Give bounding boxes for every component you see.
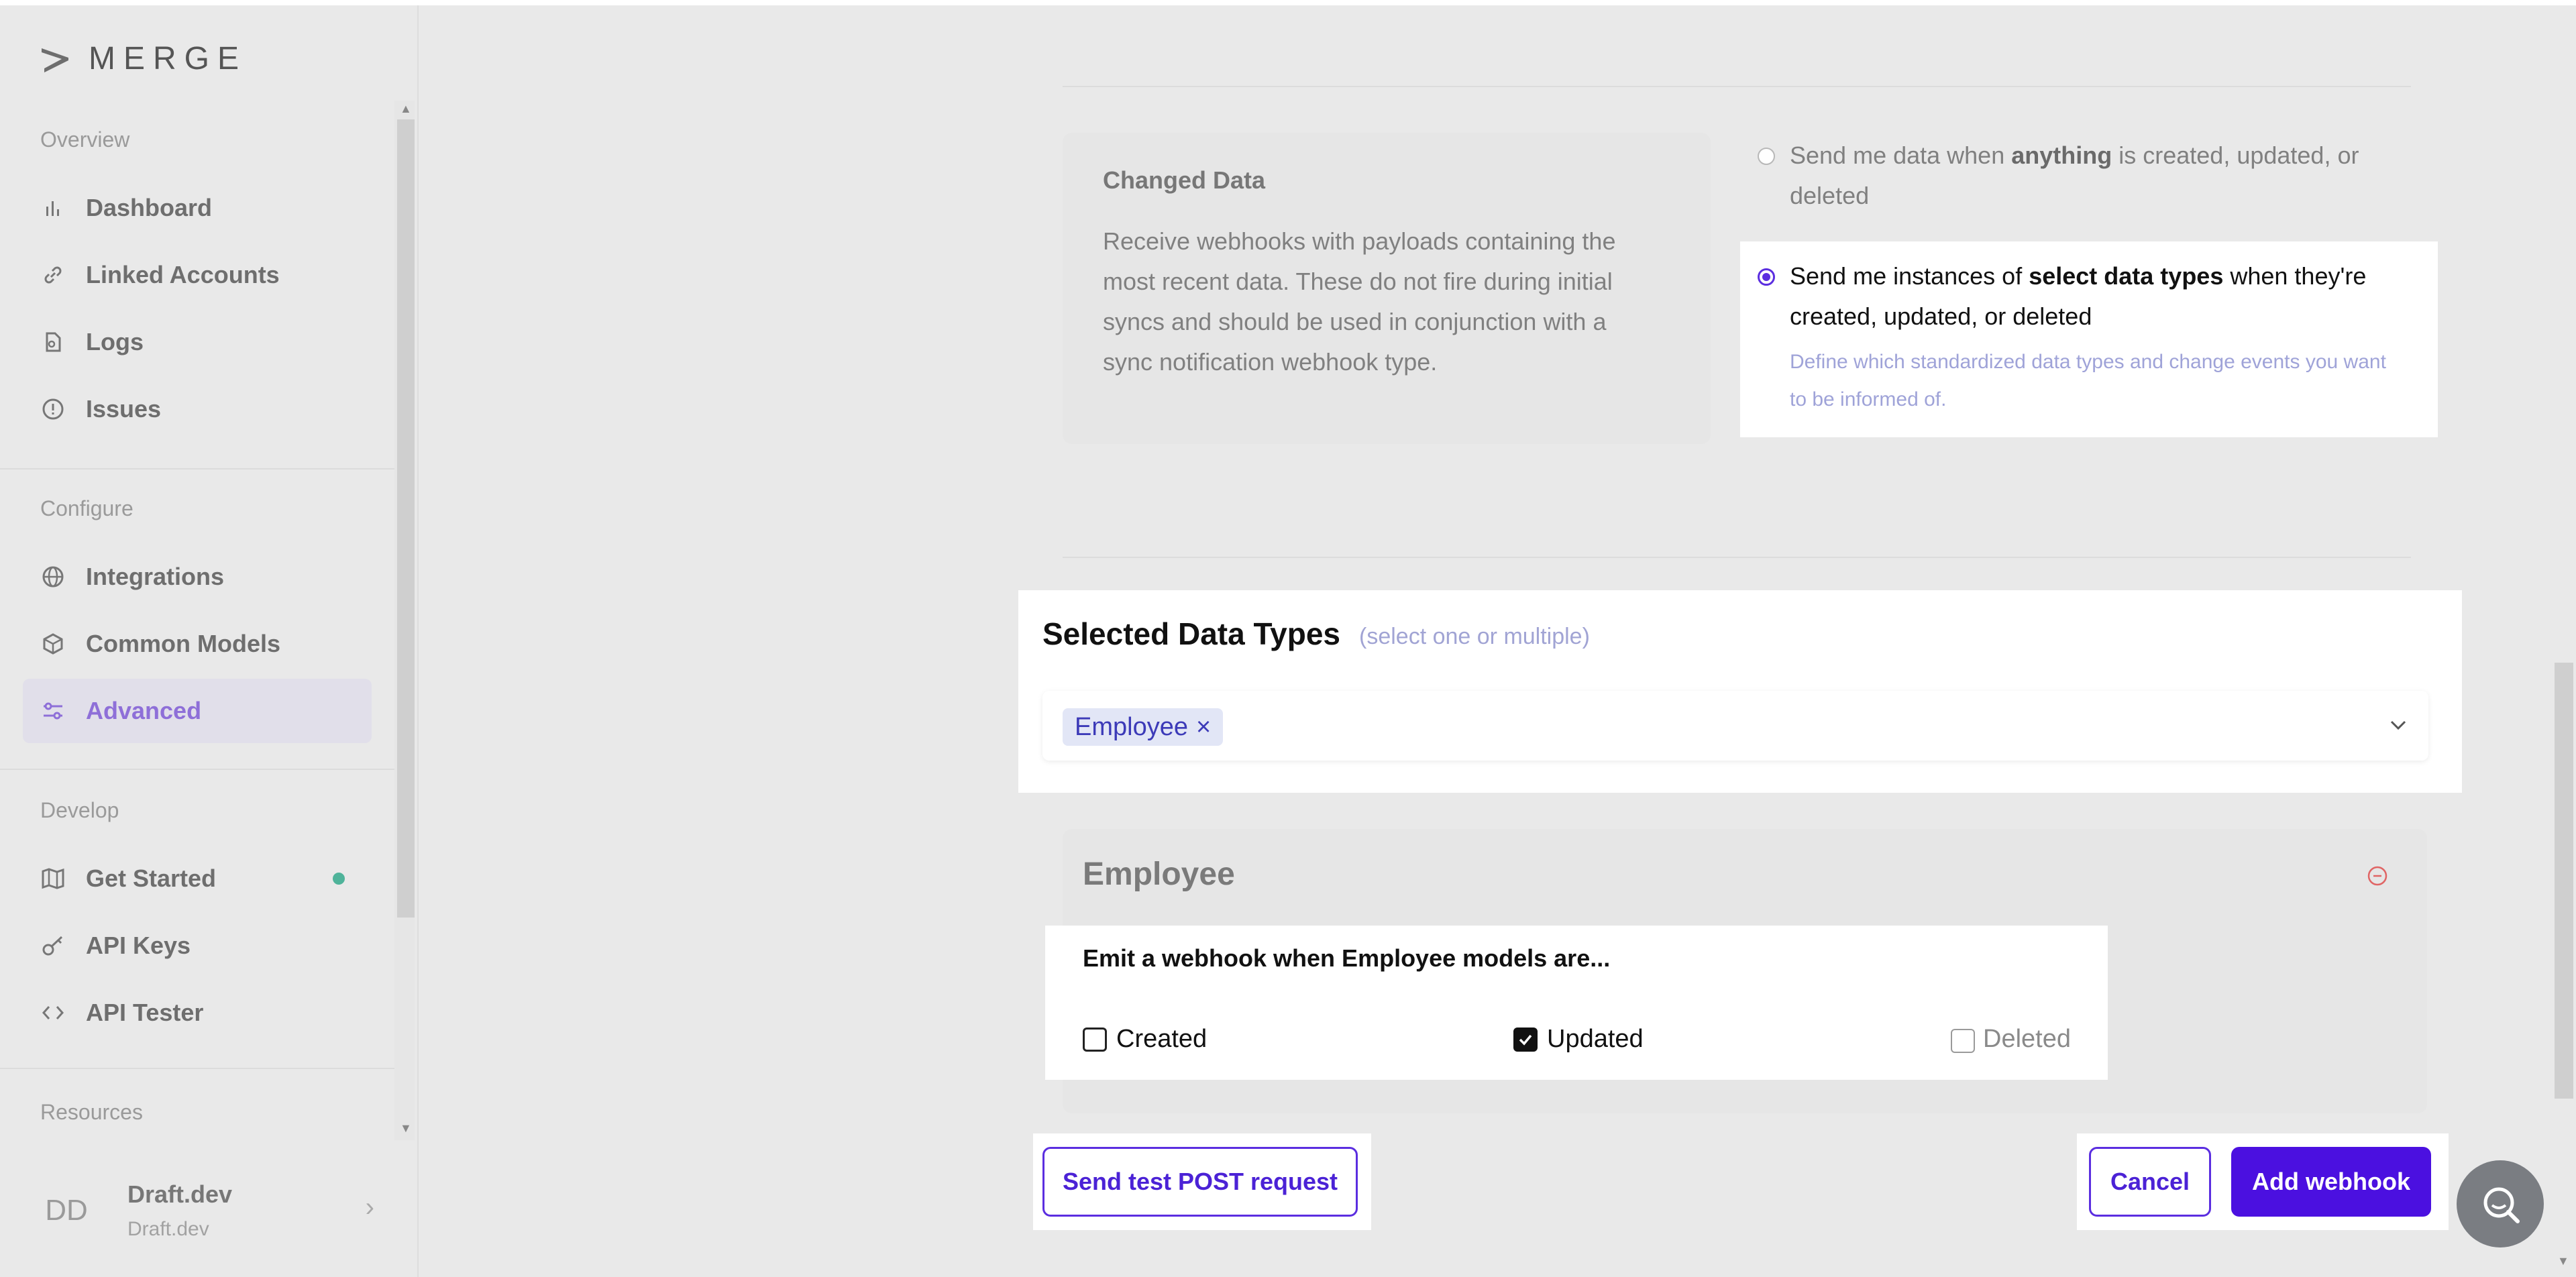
help-chat-button[interactable] [2457, 1160, 2544, 1247]
link-icon [40, 262, 66, 288]
sidebar-item-label: Get Started [86, 865, 217, 892]
option-anything-label[interactable]: Send me data when anything is created, u… [1790, 135, 2394, 216]
sidebar-scrollbar-thumb[interactable] [397, 119, 415, 918]
emit-webhook-title: Emit a webhook when Employee models are.… [1083, 944, 1611, 972]
status-dot [333, 873, 345, 885]
sidebar-item-integrations[interactable]: Integrations [23, 545, 372, 609]
sidebar-item-label: Dashboard [86, 194, 213, 221]
chat-search-icon [2483, 1187, 2520, 1223]
chip-label: Employee [1075, 712, 1188, 741]
changed-data-title: Changed Data [1103, 166, 1266, 194]
checkbox-created-label[interactable]: Created [1116, 1025, 1207, 1054]
sidebar-divider [0, 769, 394, 770]
brand-logo[interactable]: MERGE [39, 40, 247, 77]
cube-icon [40, 631, 66, 657]
section-divider [1063, 86, 2411, 87]
radio-select-data-types[interactable] [1758, 268, 1775, 286]
employee-title: Employee [1083, 856, 1235, 892]
sidebar-item-label: API Tester [86, 999, 204, 1026]
sidebar-item-issues[interactable]: Issues [23, 377, 372, 441]
sidebar-item-get-started[interactable]: Get Started [23, 846, 372, 911]
option-select-label[interactable]: Send me instances of select data types w… [1790, 256, 2420, 337]
selected-data-types-title: Selected Data Types [1042, 616, 1341, 651]
send-test-post-button[interactable]: Send test POST request [1042, 1147, 1358, 1217]
checkbox-updated-label[interactable]: Updated [1547, 1025, 1644, 1054]
sidebar-item-label: Advanced [86, 697, 202, 724]
sidebar-item-api-keys[interactable]: API Keys [23, 913, 372, 978]
brand-name: MERGE [89, 41, 248, 76]
org-subtitle: Draft.dev [127, 1218, 209, 1240]
main-scroll-down-icon[interactable]: ▼ [2557, 1254, 2569, 1268]
top-strip [0, 0, 2576, 5]
section-develop: Develop [40, 798, 119, 822]
bar-chart-icon [40, 195, 66, 221]
remove-circle-icon[interactable] [2367, 865, 2388, 887]
main-scrollbar-thumb[interactable] [2555, 663, 2573, 1099]
data-types-multiselect[interactable]: Employee × [1042, 691, 2428, 761]
sidebar-item-advanced[interactable]: Advanced [23, 679, 372, 743]
scroll-down-arrow-icon[interactable]: ▼ [400, 1121, 412, 1135]
checkbox-updated[interactable] [1513, 1028, 1538, 1052]
sidebar-item-label: Logs [86, 328, 144, 355]
checkbox-deleted[interactable] [1951, 1029, 1975, 1053]
sidebar-item-common-models[interactable]: Common Models [23, 612, 372, 676]
sidebar-item-label: Common Models [86, 630, 281, 657]
section-overview: Overview [40, 127, 130, 152]
chevron-right-icon: › [365, 1192, 374, 1222]
map-icon [40, 866, 66, 891]
chip-employee: Employee × [1063, 708, 1224, 746]
section-resources: Resources [40, 1100, 143, 1124]
code-icon [40, 1000, 66, 1025]
cancel-button[interactable]: Cancel [2089, 1147, 2211, 1217]
sliders-icon [40, 698, 66, 724]
sidebar-item-label: API Keys [86, 932, 191, 959]
sidebar-item-label: Issues [86, 395, 162, 423]
avatar: DD [45, 1194, 88, 1227]
changed-data-description: Receive webhooks with payloads containin… [1103, 227, 1616, 376]
key-icon [40, 933, 66, 958]
chip-remove-icon[interactable]: × [1196, 713, 1211, 742]
sidebar-item-logs[interactable]: Logs [23, 310, 372, 374]
checkbox-created[interactable] [1083, 1028, 1107, 1052]
merge-logo-icon [42, 48, 68, 72]
organization-switcher[interactable]: DD Draft.dev Draft.dev › [39, 1172, 374, 1253]
org-name: Draft.dev [127, 1180, 233, 1208]
sidebar: MERGE Overview Dashboard Linked Accounts… [0, 5, 419, 1277]
add-webhook-button[interactable]: Add webhook [2231, 1147, 2431, 1217]
document-search-icon [40, 329, 66, 355]
chevron-down-icon[interactable] [2388, 715, 2408, 735]
checkmark-icon [1519, 1034, 1532, 1046]
alert-circle-icon [40, 396, 66, 422]
radio-anything[interactable] [1758, 148, 1775, 165]
checkbox-deleted-label[interactable]: Deleted [1983, 1025, 2071, 1054]
sidebar-item-label: Integrations [86, 563, 225, 590]
sidebar-divider [0, 468, 394, 469]
sidebar-divider [0, 1068, 394, 1069]
sidebar-item-dashboard[interactable]: Dashboard [23, 176, 372, 240]
selected-data-types-hint: (select one or multiple) [1359, 624, 1590, 649]
section-configure: Configure [40, 496, 133, 520]
scroll-up-arrow-icon[interactable]: ▲ [400, 102, 412, 116]
globe-icon [40, 564, 66, 590]
sidebar-item-linked-accounts[interactable]: Linked Accounts [23, 243, 372, 307]
option-select-hint: Define which standardized data types and… [1790, 351, 2386, 410]
section-divider [1063, 557, 2411, 558]
sidebar-item-label: Linked Accounts [86, 261, 280, 288]
sidebar-item-api-tester[interactable]: API Tester [23, 981, 372, 1045]
